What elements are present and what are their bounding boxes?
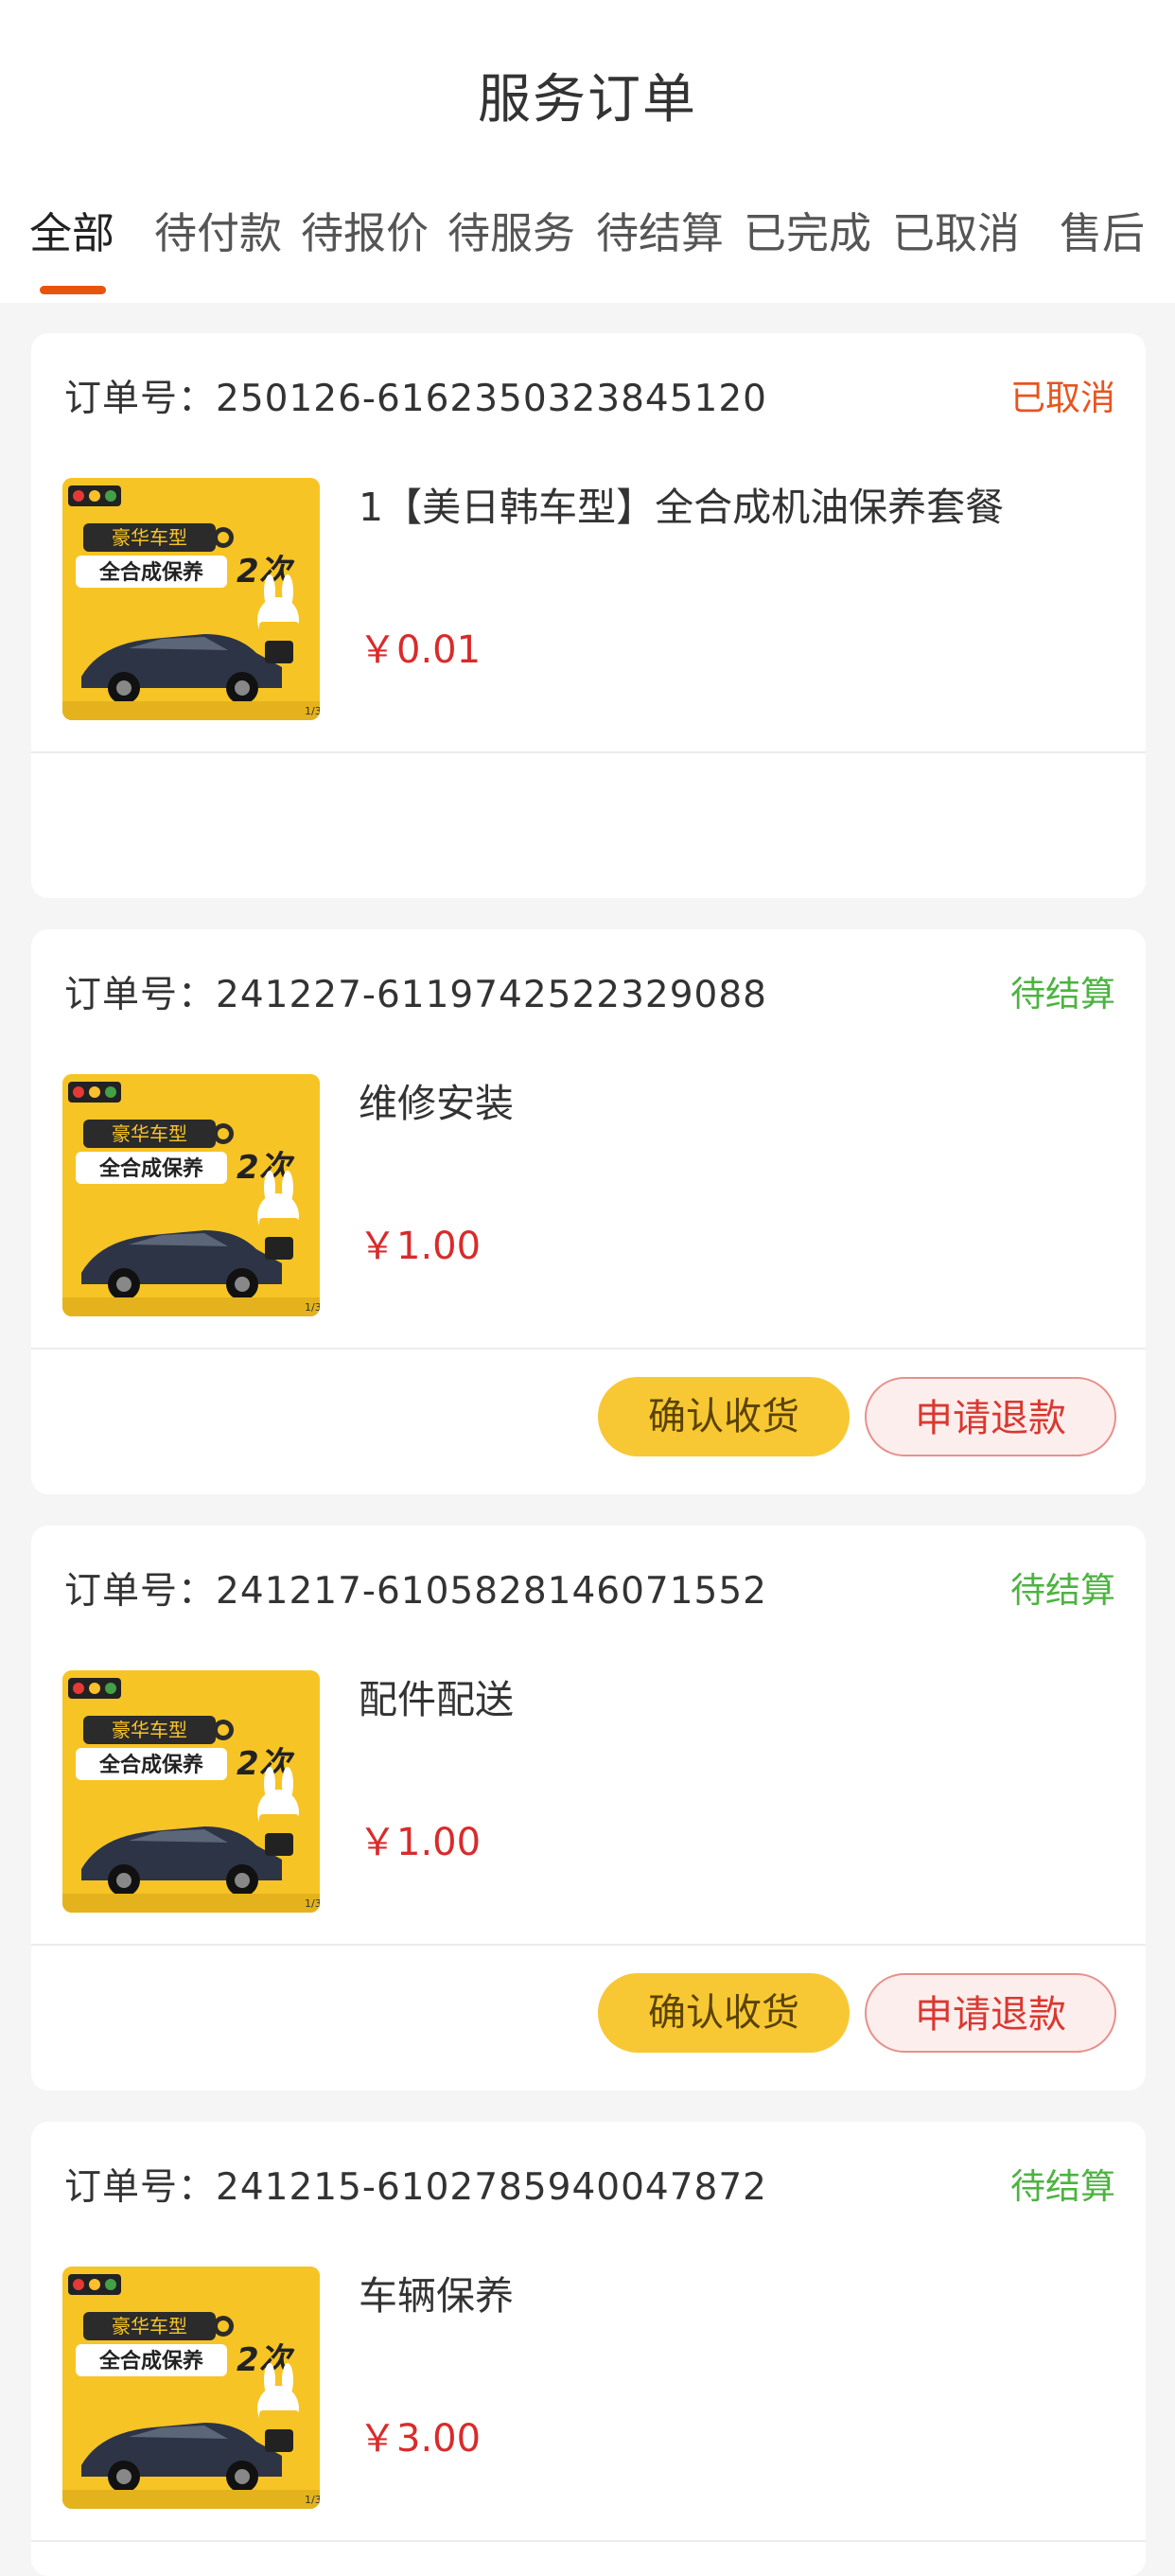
product-image[interactable]: 豪华车型 全合成保养 2次 1/3 [62, 2267, 320, 2509]
image-headline-text: 全合成保养 [98, 560, 203, 585]
image-badge-text: 豪华车型 [112, 1719, 187, 1741]
confirm-receipt-button[interactable]: 确认收货 [598, 1377, 850, 1456]
image-page-text: 1/3 [305, 2494, 320, 2506]
tab-pending-service[interactable]: 待服务 [447, 199, 575, 260]
request-refund-button[interactable]: 申请退款 [865, 1377, 1116, 1456]
order-status: 已取消 [1010, 378, 1115, 418]
product-thumbnail-graphic: 豪华车型 全合成保养 2次 1/3 [62, 1670, 320, 1913]
header: 服务订单 全部 待付款 待报价 待服务 待结算 已完成 已取消 售后 [0, 0, 1175, 303]
image-page-text: 1/3 [305, 705, 320, 717]
product-price: ￥1.00 [359, 1225, 482, 1268]
order-card[interactable]: 订单号：250126-6162350323845120 已取消 豪华车型 全合成… [31, 333, 1146, 898]
active-tab-indicator [40, 286, 106, 294]
request-refund-button[interactable]: 申请退款 [865, 1973, 1116, 2053]
product-image[interactable]: 豪华车型 全合成保养 2次 1/3 [62, 478, 320, 720]
order-number: 订单号：241227-6119742522329088 [64, 974, 767, 1016]
tab-completed[interactable]: 已完成 [744, 199, 871, 260]
order-status-tabs: 全部 待付款 待报价 待服务 待结算 已完成 已取消 售后 [0, 199, 1175, 294]
order-status: 待结算 [1010, 974, 1115, 1015]
product-name: 维修安装 [359, 1081, 514, 1126]
tab-pending-quote[interactable]: 待报价 [301, 199, 429, 260]
order-status: 待结算 [1010, 2166, 1115, 2207]
image-page-text: 1/3 [305, 1897, 320, 1910]
order-number: 订单号：241215-6102785940047872 [64, 2166, 767, 2209]
product-image[interactable]: 豪华车型 全合成保养 2次 1/3 [62, 1670, 320, 1913]
product-thumbnail-graphic: 豪华车型 全合成保养 2次 1/3 [62, 478, 320, 720]
order-number: 订单号：241217-6105828146071552 [64, 1570, 767, 1613]
image-headline-text: 全合成保养 [98, 2349, 203, 2373]
confirm-receipt-button[interactable]: 确认收货 [598, 1973, 850, 2053]
product-name: 配件配送 [359, 1677, 514, 1722]
order-card[interactable]: 订单号：241227-6119742522329088 待结算 豪华车型 全合成… [31, 929, 1146, 1494]
card-divider [31, 1348, 1146, 1350]
product-image[interactable]: 豪华车型 全合成保养 2次 1/3 [62, 1074, 320, 1316]
product-name: 车辆保养 [359, 2273, 514, 2319]
tab-after-sales[interactable]: 售后 [1060, 199, 1145, 260]
order-number: 订单号：250126-6162350323845120 [64, 378, 767, 420]
order-card[interactable]: 订单号：241217-6105828146071552 待结算 豪华车型 全合成… [31, 1526, 1146, 2091]
card-divider [31, 751, 1146, 753]
product-thumbnail-graphic: 豪华车型 全合成保养 2次 1/3 [62, 2267, 320, 2509]
tab-pending-settlement[interactable]: 待结算 [596, 199, 724, 260]
tab-cancelled[interactable]: 已取消 [892, 199, 1020, 260]
image-page-text: 1/3 [305, 1301, 320, 1314]
order-card[interactable]: 订单号：241215-6102785940047872 待结算 豪华车型 全合成… [31, 2122, 1146, 2576]
tab-all[interactable]: 全部 [29, 199, 114, 260]
image-badge-text: 豪华车型 [112, 1122, 187, 1145]
product-price: ￥3.00 [359, 2417, 482, 2461]
image-headline-text: 全合成保养 [98, 1753, 203, 1777]
tab-pending-payment[interactable]: 待付款 [154, 199, 282, 260]
order-status: 待结算 [1010, 1570, 1115, 1611]
image-headline-text: 全合成保养 [98, 1156, 203, 1181]
image-badge-text: 豪华车型 [112, 526, 187, 549]
product-price: ￥1.00 [359, 1821, 482, 1864]
card-divider [31, 2540, 1146, 2542]
product-price: ￥0.01 [359, 628, 482, 672]
product-name: 1【美日韩车型】全合成机油保养套餐 [359, 485, 1005, 530]
image-badge-text: 豪华车型 [112, 2315, 187, 2338]
product-thumbnail-graphic: 豪华车型 全合成保养 2次 1/3 [62, 1074, 320, 1316]
page-title: 服务订单 [478, 69, 697, 131]
card-divider [31, 1944, 1146, 1946]
